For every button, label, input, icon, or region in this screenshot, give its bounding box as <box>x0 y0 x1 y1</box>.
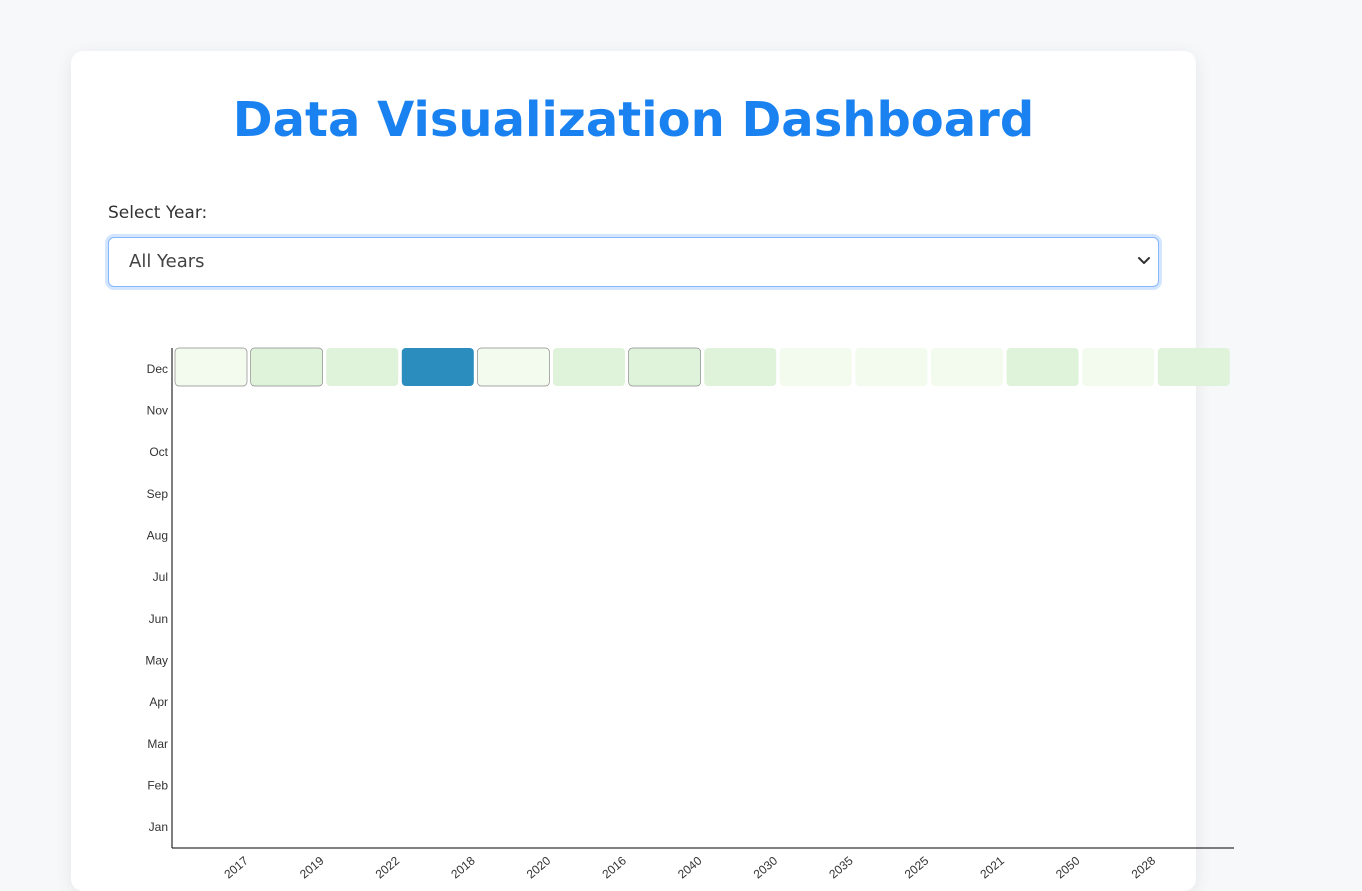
heatmap-cell[interactable] <box>931 348 1003 386</box>
heatmap-cell[interactable] <box>1157 348 1230 386</box>
heatmap-cell[interactable] <box>704 348 777 386</box>
y-tick-label: Oct <box>149 445 168 459</box>
heatmap-cell[interactable] <box>401 348 474 386</box>
y-tick-label: Feb <box>147 779 168 793</box>
heatmap-cell[interactable] <box>1082 348 1155 386</box>
y-tick-label: Jan <box>149 820 168 834</box>
heatmap-cell[interactable] <box>779 348 852 386</box>
heatmap-cell[interactable] <box>250 347 323 387</box>
heatmap-cell[interactable] <box>174 347 248 387</box>
y-tick-label: Sep <box>147 487 169 501</box>
heatmap-cell[interactable] <box>855 348 928 386</box>
heatmap-cell[interactable] <box>326 348 399 386</box>
y-axis: Jan Feb Mar Apr May Jun Jul Aug Sep Oct Nov Dec <box>145 348 173 848</box>
y-tick-label: Apr <box>149 695 168 709</box>
y-tick-label: Aug <box>147 529 168 543</box>
heatmap-cell[interactable] <box>628 347 701 387</box>
heatmap-chart: JanFebMarAprMayJunJulAugSepOctNovDec 201… <box>145 347 1234 881</box>
heatmap-cells <box>174 347 1230 387</box>
heatmap-cell[interactable] <box>553 348 625 386</box>
y-tick-label: May <box>145 654 168 668</box>
y-tick-label: Jun <box>149 612 168 626</box>
y-tick-label: Jul <box>153 570 168 584</box>
y-tick-label: Mar <box>147 737 168 751</box>
heatmap-cell[interactable] <box>1006 348 1079 386</box>
heatmap-cell[interactable] <box>477 347 550 387</box>
y-tick-label: Nov <box>147 404 168 418</box>
y-tick-label: Dec <box>147 362 168 376</box>
